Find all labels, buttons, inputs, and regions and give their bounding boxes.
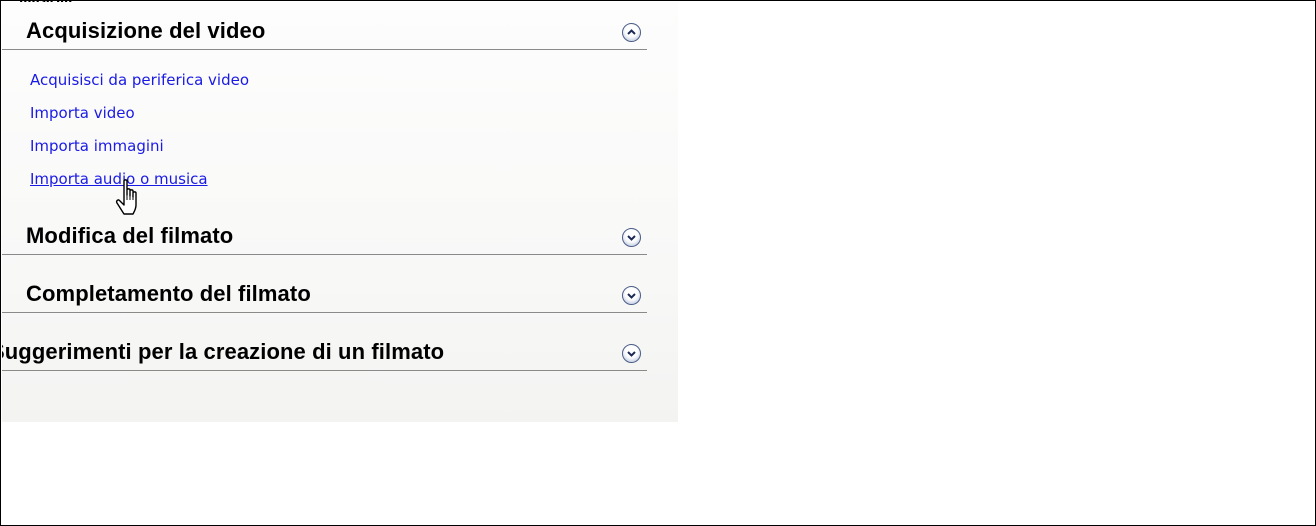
section-title: Modifica del filmato — [26, 223, 234, 248]
screenshot-frame: musicali Acquisizione del video Acquisis… — [0, 0, 1316, 526]
movie-tasks-panel: Acquisizione del video Acquisisci da per… — [2, 2, 678, 422]
section-title: Suggerimenti per la creazione di un film… — [2, 339, 445, 364]
link-importa-video[interactable]: Importa video — [30, 103, 249, 136]
section-title: Completamento del filmato — [26, 281, 311, 306]
section-header-modifica[interactable]: Modifica del filmato — [2, 220, 647, 255]
chevron-down-icon[interactable] — [622, 228, 641, 247]
hand-pointer-icon — [115, 179, 137, 215]
section-header-suggerimenti[interactable]: Suggerimenti per la creazione di un film… — [2, 336, 647, 371]
section-header-acquisizione[interactable]: Acquisizione del video — [2, 15, 647, 50]
section-title: Acquisizione del video — [26, 18, 266, 43]
chevron-up-icon[interactable] — [622, 23, 641, 42]
chevron-down-icon[interactable] — [622, 286, 641, 305]
link-acquisisci-da-periferica[interactable]: Acquisisci da periferica video — [30, 70, 249, 103]
link-importa-immagini[interactable]: Importa immagini — [30, 136, 249, 169]
section-header-completamento[interactable]: Completamento del filmato — [2, 278, 647, 313]
chevron-down-icon[interactable] — [622, 344, 641, 363]
